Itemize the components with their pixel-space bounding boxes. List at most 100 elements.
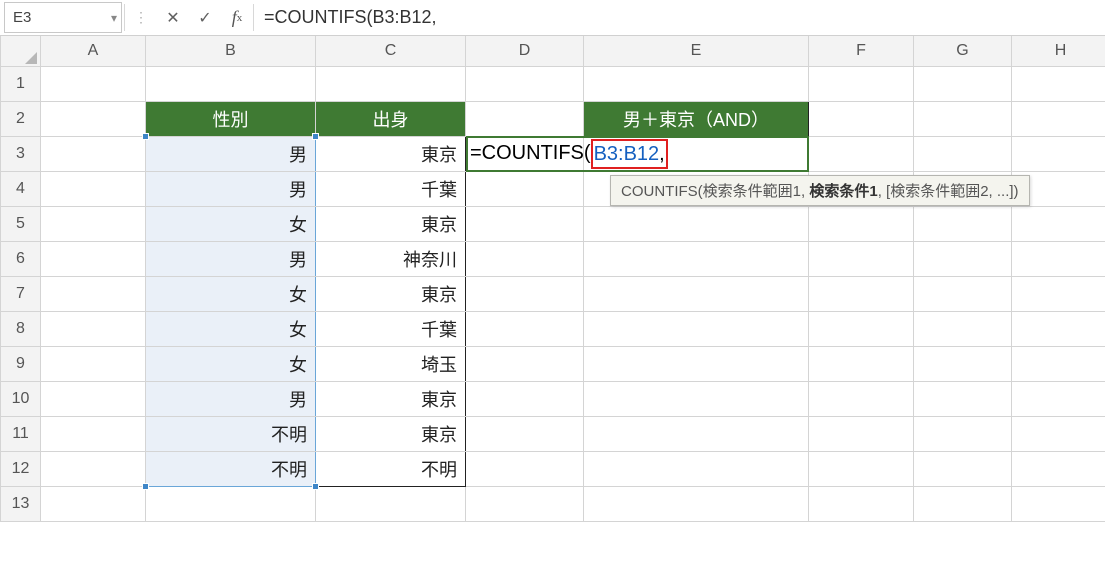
cell[interactable] xyxy=(914,486,1012,521)
cell[interactable] xyxy=(466,66,584,101)
cell[interactable] xyxy=(914,101,1012,136)
cell[interactable]: 東京 xyxy=(316,276,466,311)
cell[interactable] xyxy=(809,101,914,136)
cell[interactable]: 出身 xyxy=(316,101,466,136)
cell[interactable] xyxy=(41,416,146,451)
cell[interactable] xyxy=(914,416,1012,451)
cell[interactable] xyxy=(584,241,809,276)
cell[interactable] xyxy=(584,311,809,346)
cell[interactable] xyxy=(146,66,316,101)
cell[interactable]: 性別 xyxy=(146,101,316,136)
cell[interactable]: 東京 xyxy=(316,136,466,171)
cell[interactable]: 不明 xyxy=(146,451,316,486)
cell[interactable]: 埼玉 xyxy=(316,346,466,381)
cell[interactable] xyxy=(1012,416,1105,451)
cell[interactable]: 男 xyxy=(146,171,316,206)
cell[interactable] xyxy=(809,346,914,381)
cell[interactable] xyxy=(809,66,914,101)
cell-editor[interactable]: =COUNTIFS(B3:B12, xyxy=(466,136,809,172)
cell[interactable] xyxy=(914,311,1012,346)
cell[interactable]: 男 xyxy=(146,136,316,171)
cell[interactable] xyxy=(914,241,1012,276)
cell[interactable] xyxy=(809,486,914,521)
cell[interactable] xyxy=(41,206,146,241)
cell[interactable]: 不明 xyxy=(146,416,316,451)
col-header-A[interactable]: A xyxy=(41,36,146,66)
cell[interactable]: =COUNTIFS(B3:B12,COUNTIFS(検索条件範囲1, 検索条件1… xyxy=(584,136,809,171)
cell[interactable] xyxy=(914,136,1012,171)
cell[interactable] xyxy=(466,486,584,521)
cell[interactable] xyxy=(809,276,914,311)
cell[interactable] xyxy=(466,451,584,486)
cell[interactable] xyxy=(809,416,914,451)
cell[interactable] xyxy=(584,416,809,451)
col-header-C[interactable]: C xyxy=(316,36,466,66)
cell[interactable] xyxy=(146,486,316,521)
cell[interactable] xyxy=(914,346,1012,381)
row-header-6[interactable]: 6 xyxy=(1,241,41,276)
cell[interactable] xyxy=(1012,66,1105,101)
cell[interactable] xyxy=(1012,136,1105,171)
cell[interactable] xyxy=(1012,311,1105,346)
cell[interactable]: 男 xyxy=(146,381,316,416)
row-header-8[interactable]: 8 xyxy=(1,311,41,346)
cell[interactable] xyxy=(41,346,146,381)
cell[interactable] xyxy=(584,451,809,486)
cell[interactable] xyxy=(584,276,809,311)
cell[interactable]: 不明 xyxy=(316,451,466,486)
cell[interactable] xyxy=(466,416,584,451)
name-box[interactable]: E3 ▾ xyxy=(4,2,122,33)
cell[interactable] xyxy=(1012,451,1105,486)
cell[interactable] xyxy=(466,276,584,311)
cell[interactable] xyxy=(1012,381,1105,416)
row-header-1[interactable]: 1 xyxy=(1,66,41,101)
cell[interactable] xyxy=(41,451,146,486)
cell[interactable] xyxy=(809,206,914,241)
formula-input[interactable]: =COUNTIFS(B3:B12, xyxy=(254,0,1105,35)
select-all-corner[interactable] xyxy=(1,36,41,66)
col-header-H[interactable]: H xyxy=(1012,36,1105,66)
cell[interactable] xyxy=(809,451,914,486)
cell[interactable] xyxy=(466,381,584,416)
row-header-4[interactable]: 4 xyxy=(1,171,41,206)
cell[interactable]: 東京 xyxy=(316,206,466,241)
cell[interactable] xyxy=(466,311,584,346)
row-header-9[interactable]: 9 xyxy=(1,346,41,381)
cell[interactable] xyxy=(584,346,809,381)
cell[interactable]: 女 xyxy=(146,206,316,241)
cell[interactable] xyxy=(1012,241,1105,276)
cell[interactable] xyxy=(914,451,1012,486)
cell[interactable] xyxy=(1012,206,1105,241)
cell[interactable] xyxy=(466,101,584,136)
cell[interactable]: 神奈川 xyxy=(316,241,466,276)
sheet-grid[interactable]: A B C D E F G H 12性別出身男＋東京（AND）3男東京=COUN… xyxy=(0,36,1105,522)
col-header-E[interactable]: E xyxy=(584,36,809,66)
cell[interactable] xyxy=(41,311,146,346)
cell[interactable] xyxy=(466,346,584,381)
row-header-7[interactable]: 7 xyxy=(1,276,41,311)
cell[interactable]: 女 xyxy=(146,276,316,311)
cell[interactable] xyxy=(914,66,1012,101)
col-header-B[interactable]: B xyxy=(146,36,316,66)
cell[interactable] xyxy=(809,136,914,171)
col-header-D[interactable]: D xyxy=(466,36,584,66)
cell[interactable] xyxy=(41,66,146,101)
cell[interactable] xyxy=(584,206,809,241)
cell[interactable]: 女 xyxy=(146,346,316,381)
row-header-13[interactable]: 13 xyxy=(1,486,41,521)
cell[interactable] xyxy=(1012,276,1105,311)
cell[interactable] xyxy=(1012,346,1105,381)
cell[interactable] xyxy=(809,381,914,416)
row-header-10[interactable]: 10 xyxy=(1,381,41,416)
cell[interactable] xyxy=(316,66,466,101)
cell[interactable] xyxy=(466,241,584,276)
cell[interactable] xyxy=(41,136,146,171)
col-header-F[interactable]: F xyxy=(809,36,914,66)
cell[interactable] xyxy=(809,241,914,276)
row-header-3[interactable]: 3 xyxy=(1,136,41,171)
cell[interactable]: 東京 xyxy=(316,381,466,416)
row-header-5[interactable]: 5 xyxy=(1,206,41,241)
row-header-2[interactable]: 2 xyxy=(1,101,41,136)
cell[interactable] xyxy=(914,381,1012,416)
col-header-G[interactable]: G xyxy=(914,36,1012,66)
